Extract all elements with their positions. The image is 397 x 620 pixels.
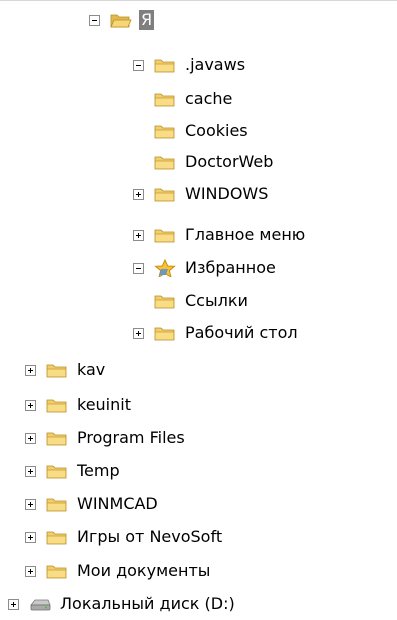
tree-item-label: WINDOWS bbox=[185, 184, 269, 203]
folder-icon bbox=[154, 327, 175, 341]
tree-item-label: Я bbox=[139, 10, 155, 30]
expand-plus-icon[interactable] bbox=[133, 327, 144, 339]
folder-icon bbox=[154, 93, 175, 107]
folder-icon bbox=[154, 156, 175, 170]
folder-icon bbox=[46, 364, 67, 378]
collapse-minus-icon[interactable] bbox=[89, 14, 100, 26]
folder-tree: Я .javaws cache Cookies DoctorWeb WINDOWS Глав… bbox=[0, 0, 397, 614]
expand-plus-icon[interactable] bbox=[8, 598, 19, 610]
tree-item[interactable]: Игры от NevoSoft bbox=[25, 521, 224, 553]
expand-plus-icon[interactable] bbox=[25, 399, 36, 411]
tree-item[interactable]: Рабочий стол bbox=[133, 317, 300, 349]
tree-item-label: Ссылки bbox=[185, 291, 248, 310]
folder-icon bbox=[46, 498, 67, 512]
tree-item[interactable]: Мои документы bbox=[25, 555, 212, 587]
expand-plus-icon[interactable] bbox=[25, 432, 36, 444]
expand-plus-icon[interactable] bbox=[25, 498, 36, 510]
tree-item[interactable]: Главное меню bbox=[133, 219, 307, 251]
drive-icon bbox=[30, 599, 51, 611]
tree-item-label: Игры от NevoSoft bbox=[77, 527, 223, 546]
folder-icon bbox=[154, 229, 175, 243]
tree-item[interactable]: Локальный диск (D:) bbox=[8, 588, 237, 620]
expand-plus-icon[interactable] bbox=[25, 364, 36, 376]
tree-item-label: Temp bbox=[77, 461, 120, 480]
expand-plus-icon[interactable] bbox=[25, 565, 36, 577]
folder-icon bbox=[46, 432, 67, 446]
tree-item-label: Локальный диск (D:) bbox=[60, 594, 235, 613]
tree-item[interactable]: Cookies bbox=[133, 115, 250, 147]
collapse-minus-icon[interactable] bbox=[133, 59, 144, 71]
tree-item-label: Мои документы bbox=[77, 561, 211, 580]
tree-item-label: WINMCAD bbox=[77, 494, 158, 513]
tree-item[interactable]: kav bbox=[25, 354, 107, 386]
tree-item[interactable]: WINMCAD bbox=[25, 488, 160, 520]
tree-item-label: Избранное bbox=[185, 258, 276, 277]
expand-plus-icon[interactable] bbox=[25, 465, 36, 477]
tree-item[interactable]: cache bbox=[133, 83, 234, 115]
tree-item-label: .javaws bbox=[185, 55, 246, 74]
favorites-star-icon bbox=[154, 259, 176, 277]
folder-open-icon bbox=[110, 14, 132, 28]
tree-item[interactable]: DoctorWeb bbox=[133, 146, 275, 178]
tree-item[interactable]: Избранное bbox=[133, 252, 278, 284]
expand-plus-icon[interactable] bbox=[133, 188, 144, 200]
tree-item-label: cache bbox=[185, 89, 233, 108]
tree-item-label: Program Files bbox=[77, 428, 185, 447]
folder-icon bbox=[46, 531, 67, 545]
tree-item[interactable]: keuinit bbox=[25, 389, 133, 421]
tree-item-label: kav bbox=[77, 360, 106, 379]
folder-icon bbox=[154, 125, 175, 139]
tree-item[interactable]: Temp bbox=[25, 455, 122, 487]
collapse-minus-icon[interactable] bbox=[133, 262, 144, 274]
folder-icon bbox=[46, 465, 67, 479]
folder-icon bbox=[154, 188, 175, 202]
tree-item-label: Главное меню bbox=[185, 225, 306, 244]
tree-item-label: Рабочий стол bbox=[185, 323, 298, 342]
tree-item[interactable]: Program Files bbox=[25, 422, 187, 454]
tree-item-label: Cookies bbox=[185, 121, 248, 140]
tree-item[interactable]: .javaws bbox=[133, 49, 247, 81]
tree-item-label: DoctorWeb bbox=[185, 152, 274, 171]
tree-item[interactable]: Ссылки bbox=[133, 285, 250, 317]
tree-item[interactable]: WINDOWS bbox=[133, 178, 270, 210]
folder-icon bbox=[46, 399, 67, 413]
tree-item-label: keuinit bbox=[77, 395, 131, 414]
tree-item[interactable]: Я bbox=[89, 4, 155, 36]
expand-plus-icon[interactable] bbox=[25, 531, 36, 543]
folder-icon bbox=[154, 59, 175, 73]
expand-plus-icon[interactable] bbox=[133, 229, 144, 241]
folder-icon bbox=[46, 565, 67, 579]
folder-icon bbox=[154, 295, 175, 309]
